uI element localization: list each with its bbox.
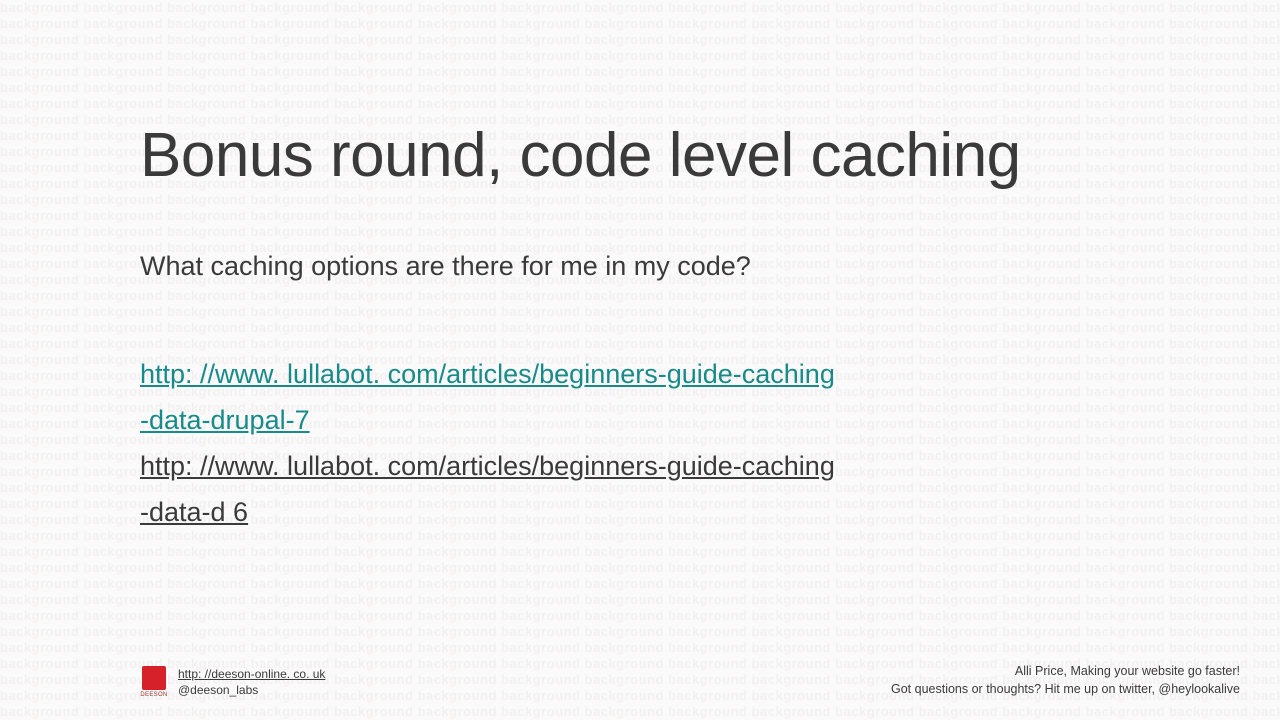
footer-handle: @deeson_labs xyxy=(178,682,325,698)
link-1-part-a[interactable]: http: //www. lullabot. com/articles/begi… xyxy=(140,352,1150,398)
slide-title: Bonus round, code level caching xyxy=(140,120,1150,191)
link-1-part-b[interactable]: -data-drupal-7 xyxy=(140,398,1150,444)
footer-contact-line: Got questions or thoughts? Hit me up on … xyxy=(891,681,1240,699)
link-2-part-a[interactable]: http: //www. lullabot. com/articles/begi… xyxy=(140,444,1150,490)
deeson-logo: DEESON xyxy=(140,666,168,698)
footer: DEESON http: //deeson-online. co. uk @de… xyxy=(0,663,1280,698)
link-2-part-b[interactable]: -data-d 6 xyxy=(140,490,1150,536)
footer-left-text: http: //deeson-online. co. uk @deeson_la… xyxy=(178,666,325,698)
footer-url[interactable]: http: //deeson-online. co. uk xyxy=(178,666,325,682)
logo-label: DEESON xyxy=(140,692,167,698)
slide-body: Bonus round, code level caching What cac… xyxy=(0,0,1280,720)
footer-author-line: Alli Price, Making your website go faste… xyxy=(891,663,1240,681)
slide-subtitle: What caching options are there for me in… xyxy=(140,251,1150,282)
logo-square-icon xyxy=(142,666,166,690)
footer-left: DEESON http: //deeson-online. co. uk @de… xyxy=(140,666,325,698)
footer-right: Alli Price, Making your website go faste… xyxy=(891,663,1240,698)
links-block: http: //www. lullabot. com/articles/begi… xyxy=(140,352,1150,536)
